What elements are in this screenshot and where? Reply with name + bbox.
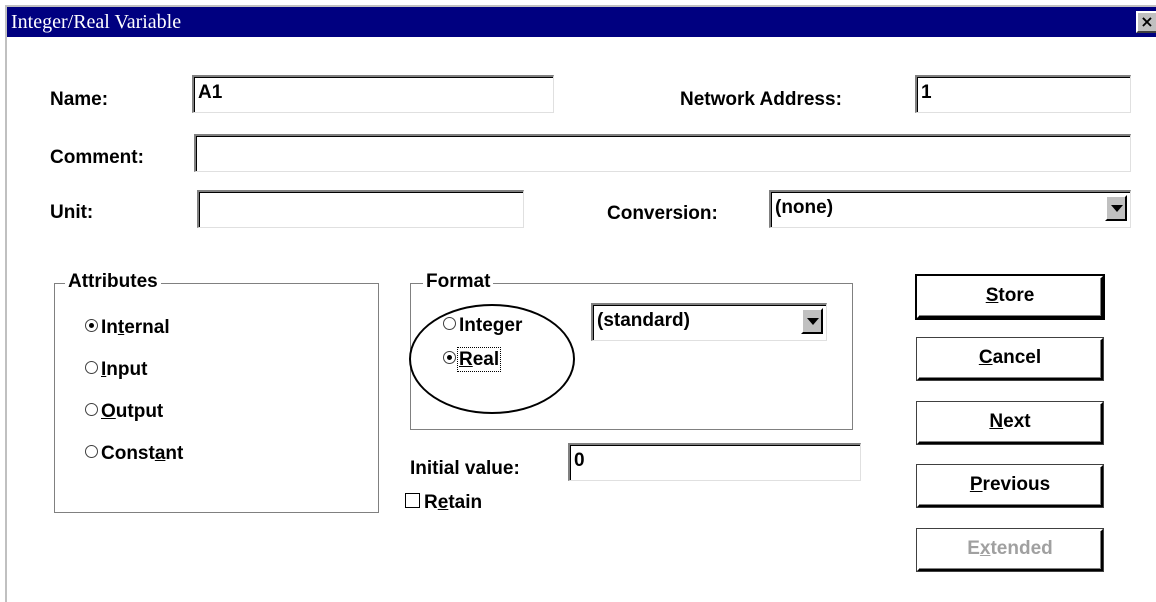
conversion-dropdown-arrow-icon[interactable] xyxy=(1105,195,1127,221)
format-real-radio[interactable]: Real xyxy=(443,347,502,372)
extended-button[interactable]: Extended xyxy=(917,529,1103,571)
attribute-input-radio[interactable]: Input xyxy=(85,359,147,381)
previous-button[interactable]: Previous xyxy=(917,465,1103,507)
radio-unselected-icon xyxy=(85,403,98,417)
format-group-label: Format xyxy=(423,271,494,293)
radio-unselected-icon xyxy=(85,445,98,459)
initial-value-label: Initial value: xyxy=(410,458,520,479)
conversion-label: Conversion: xyxy=(607,203,718,224)
network-address-input[interactable]: 1 xyxy=(915,75,1131,113)
network-address-label: Network Address: xyxy=(680,89,842,110)
radio-unselected-icon xyxy=(85,361,98,375)
radio-selected-icon xyxy=(85,319,98,333)
close-button[interactable]: × xyxy=(1136,11,1156,33)
unit-label: Unit: xyxy=(50,202,94,223)
comment-label: Comment: xyxy=(50,147,144,168)
attribute-internal-radio[interactable]: Internal xyxy=(85,317,170,339)
window-title: Integer/Real Variable xyxy=(11,11,182,33)
retain-checkbox[interactable]: Retain xyxy=(405,492,482,514)
store-button[interactable]: Store xyxy=(917,276,1103,318)
unit-input[interactable] xyxy=(197,190,524,228)
name-input[interactable]: A1 xyxy=(192,75,554,113)
title-bar: Integer/Real Variable × xyxy=(7,7,1156,37)
name-label: Name: xyxy=(50,89,109,110)
cancel-button[interactable]: Cancel xyxy=(917,338,1103,380)
format-integer-radio[interactable]: Integer xyxy=(443,315,522,337)
format-style-value: (standard) xyxy=(597,310,690,331)
conversion-select[interactable]: (none) xyxy=(769,190,1131,228)
initial-value-input[interactable]: 0 xyxy=(568,443,861,481)
integer-real-variable-dialog: Integer/Real Variable × Name: A1 Network… xyxy=(5,5,1156,602)
radio-unselected-icon xyxy=(443,317,456,331)
format-style-dropdown-arrow-icon[interactable] xyxy=(801,308,823,334)
attribute-constant-radio[interactable]: Constant xyxy=(85,443,183,465)
comment-input[interactable] xyxy=(194,134,1131,172)
format-style-select[interactable]: (standard) xyxy=(591,303,827,341)
radio-selected-icon xyxy=(443,351,456,365)
conversion-value: (none) xyxy=(775,197,834,218)
attributes-group-label: Attributes xyxy=(65,271,161,293)
next-button[interactable]: Next xyxy=(917,402,1103,444)
attribute-output-radio[interactable]: Output xyxy=(85,401,163,423)
checkbox-unchecked-icon xyxy=(405,493,420,509)
